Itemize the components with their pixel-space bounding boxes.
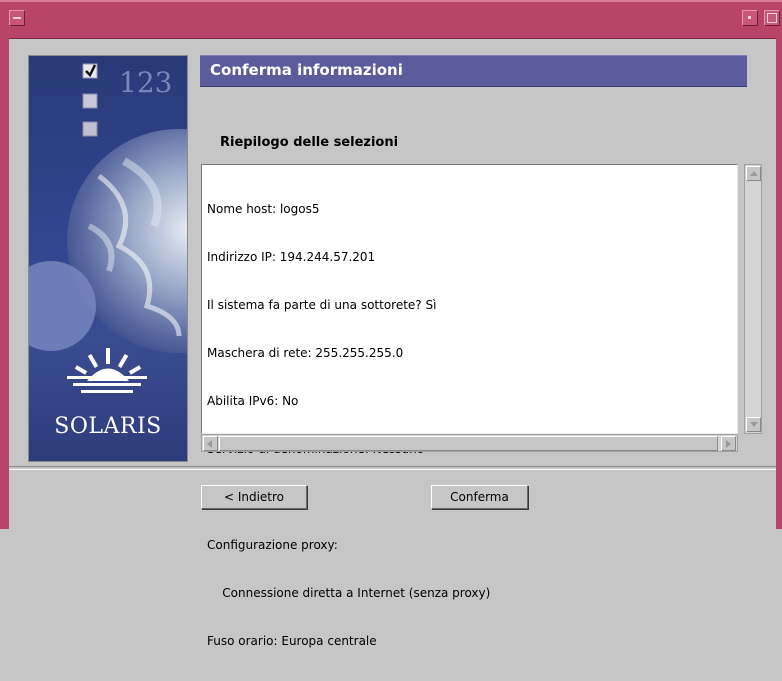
progress-checkbox-icons xyxy=(82,63,98,137)
counter-text: 123 xyxy=(119,66,173,99)
confirm-button[interactable]: Conferma xyxy=(431,485,528,509)
scroll-down-button[interactable] xyxy=(746,417,761,432)
back-button[interactable]: < Indietro xyxy=(201,485,307,509)
title-bar[interactable] xyxy=(0,0,782,39)
summary-line: Fuso orario: Europa centrale xyxy=(207,634,377,648)
summary-line: Il sistema fa parte di una sottorete? Sì xyxy=(207,298,437,312)
arrow-right-icon xyxy=(726,440,731,448)
arrow-left-icon xyxy=(207,440,212,448)
sun-rays-icon xyxy=(67,348,147,393)
vertical-scrollbar[interactable] xyxy=(744,164,762,434)
window-menu-icon xyxy=(13,17,21,19)
arrow-up-icon xyxy=(750,171,758,176)
footer-divider xyxy=(9,466,776,470)
scroll-up-button[interactable] xyxy=(746,166,761,181)
summary-line: Configurazione proxy: xyxy=(207,538,338,552)
summary-lines: Nome host: logos5 Indirizzo IP: 194.244.… xyxy=(207,169,490,681)
header-bar: Conferma informazioni xyxy=(200,55,747,87)
content-panel: 123 SOLARIS Conferma informazioni Riepil… xyxy=(9,39,776,648)
minimize-button[interactable] xyxy=(742,10,758,26)
summary-line: Maschera di rete: 255.255.255.0 xyxy=(207,346,404,360)
maximize-icon xyxy=(767,13,777,23)
window-border-right[interactable] xyxy=(776,38,782,529)
summary-line: Nome host: logos5 xyxy=(207,202,320,216)
summary-line: Abilita IPv6: No xyxy=(207,394,299,408)
minimize-icon xyxy=(748,16,751,19)
side-graphic-panel: 123 SOLARIS xyxy=(28,55,188,462)
window-menu-button[interactable] xyxy=(9,10,25,26)
installer-window: 123 SOLARIS Conferma informazioni Riepil… xyxy=(0,0,782,648)
summary-heading: Riepilogo delle selezioni xyxy=(220,135,399,150)
scroll-left-button[interactable] xyxy=(203,436,218,451)
horizontal-scroll-thumb[interactable] xyxy=(219,436,718,451)
page-title: Conferma informazioni xyxy=(210,61,403,79)
summary-line: Indirizzo IP: 194.244.57.201 xyxy=(207,250,376,264)
summary-text-area[interactable]: Nome host: logos5 Indirizzo IP: 194.244.… xyxy=(201,164,738,648)
scroll-right-button[interactable] xyxy=(721,436,736,451)
arrow-down-icon xyxy=(750,422,758,427)
maximize-button[interactable] xyxy=(764,10,780,26)
side-graphic-art xyxy=(29,63,187,393)
solaris-logo: SOLARIS xyxy=(54,414,162,439)
summary-line: Connessione diretta a Internet (senza pr… xyxy=(207,586,491,600)
horizontal-scrollbar[interactable] xyxy=(201,434,738,452)
window-border-left[interactable] xyxy=(0,38,9,529)
